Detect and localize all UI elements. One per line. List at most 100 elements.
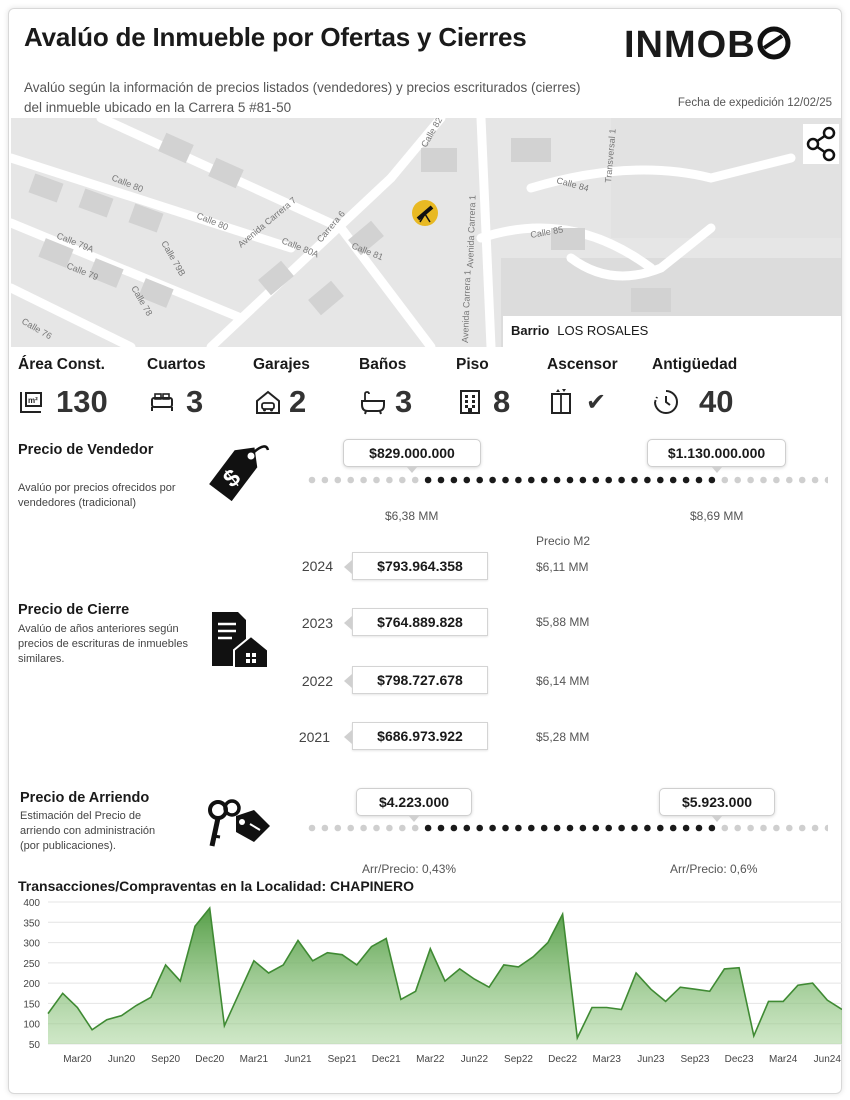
- stat-value-piso: 8: [493, 384, 511, 419]
- range-dot: [411, 476, 419, 484]
- report-title: Avalúo de Inmueble por Ofertas y Cierres: [24, 22, 527, 52]
- barrio-label-box: Barrio LOS ROSALES: [503, 316, 841, 347]
- range-dot: [708, 824, 716, 832]
- bathtub-icon: [361, 391, 385, 415]
- range-dot: [747, 824, 754, 832]
- range-dot: [334, 824, 342, 832]
- logo-text: INMOB: [624, 24, 756, 66]
- range-dot: [592, 824, 600, 832]
- map-canvas: Calle 80 Calle 80 Calle 79A Calle 79 Cal…: [11, 118, 841, 347]
- range-dot: [515, 476, 522, 484]
- vendedor-min-bubble: $829.000.000: [343, 439, 481, 473]
- range-dot: [386, 476, 393, 484]
- stat-value-area: 130: [56, 384, 108, 419]
- vendedor-min-m2: $6,38 MM: [385, 509, 439, 523]
- cierre-price: $798.727.678: [344, 666, 488, 694]
- range-dot: [721, 824, 729, 832]
- cierre-price: $764.889.828: [344, 608, 488, 636]
- range-dot: [682, 476, 690, 484]
- chart-x-tick-label: Jun20: [108, 1054, 136, 1065]
- range-dot: [579, 476, 587, 484]
- stat-label-ascensor: Ascensor: [547, 356, 618, 373]
- report-subtitle: Avalúo según la información de precios l…: [24, 80, 581, 115]
- range-dot: [502, 824, 509, 832]
- range-dot: [708, 476, 716, 484]
- range-dot: [553, 476, 561, 484]
- cierre-m2: $5,28 MM: [536, 730, 590, 744]
- range-dot: [669, 476, 677, 484]
- chart-x-tick-label: Jun22: [461, 1054, 489, 1065]
- chart-y-tick-label: 400: [23, 898, 40, 909]
- chart-y-tick-label: 300: [23, 939, 40, 950]
- chart-title: Transacciones/Compraventas en la Localid…: [18, 878, 415, 894]
- cierre-year: 2023: [301, 615, 333, 631]
- range-dot: [528, 476, 535, 484]
- range-dot: [321, 824, 329, 832]
- cierre-price: $793.964.358: [344, 552, 488, 580]
- range-dot: [657, 476, 664, 484]
- stat-value-garajes: 2: [289, 384, 307, 419]
- range-dot: [811, 824, 819, 832]
- price-tag-icon: $: [209, 445, 270, 502]
- range-dot: [773, 824, 780, 832]
- garage-icon: [256, 390, 280, 414]
- range-dot: [489, 824, 496, 832]
- stat-label-cuartos: Cuartos: [147, 356, 206, 373]
- share-icon: [806, 126, 836, 162]
- range-dot: [760, 824, 767, 832]
- range-dot: [631, 476, 638, 484]
- range-dot: [786, 824, 793, 832]
- vendedor-desc: Avalúo por precios ofrecidos por vendedo…: [18, 482, 176, 509]
- cierre-desc: Avalúo de años anteriores según precios …: [18, 623, 188, 665]
- share-button[interactable]: [803, 124, 839, 164]
- range-dot: [721, 476, 729, 484]
- chart-y-tick-label: 200: [23, 979, 40, 990]
- cierre-year: 2021: [298, 729, 330, 745]
- stat-label-piso: Piso: [456, 356, 489, 373]
- cierre-price: $686.973.922: [344, 722, 488, 750]
- inmobo-logo: INMOB: [624, 24, 792, 67]
- chart-x-tick-label: Sep22: [504, 1054, 533, 1065]
- location-map[interactable]: Calle 80 Calle 80 Calle 79A Calle 79 Cal…: [11, 118, 841, 347]
- range-dot: [605, 476, 612, 484]
- barrio-value: LOS ROSALES: [557, 323, 649, 338]
- range-dot: [566, 824, 574, 832]
- chart-y-tick-label: 150: [23, 999, 40, 1010]
- vendedor-max-bubble: $1.130.000.000: [647, 439, 786, 473]
- stat-label-banos: Baños: [359, 356, 407, 373]
- telescope-icon[interactable]: [412, 200, 438, 226]
- range-dot: [450, 824, 458, 832]
- range-dot: [308, 476, 316, 484]
- chart-x-tick-label: Sep20: [151, 1054, 180, 1065]
- chart-x-tick-label: Mar21: [240, 1054, 269, 1065]
- bed-icon: [151, 393, 173, 411]
- logo-telescope-icon: [757, 26, 791, 60]
- range-dot: [450, 476, 458, 484]
- chart-y-tick-label: 350: [23, 918, 40, 929]
- arriendo-desc: Estimación del Precio de arriendo con ad…: [20, 810, 156, 852]
- chart-x-tick-label: Mar22: [416, 1054, 445, 1065]
- chart-x-tick-label: Mar20: [63, 1054, 92, 1065]
- range-dot: [360, 476, 367, 484]
- range-dot: [798, 824, 806, 832]
- range-dot: [540, 824, 548, 832]
- range-dot: [682, 824, 690, 832]
- range-dot: [540, 476, 548, 484]
- range-dot: [347, 476, 354, 484]
- range-dot: [437, 824, 445, 832]
- vendedor-title: Precio de Vendedor: [18, 442, 154, 458]
- range-dot: [592, 476, 600, 484]
- barrio-label: Barrio: [511, 323, 550, 338]
- range-dot: [605, 824, 612, 832]
- range-dot: [399, 824, 406, 832]
- range-dot: [669, 824, 677, 832]
- keys-icon: [208, 799, 270, 847]
- range-dot: [424, 476, 432, 484]
- cierre-m2: $6,11 MM: [536, 560, 589, 574]
- range-dot: [360, 824, 367, 832]
- cierre-year: 2022: [301, 673, 333, 689]
- range-dot: [566, 476, 574, 484]
- range-dot: [760, 476, 767, 484]
- range-dot: [489, 476, 496, 484]
- chart-y-tick-label: 250: [23, 959, 40, 970]
